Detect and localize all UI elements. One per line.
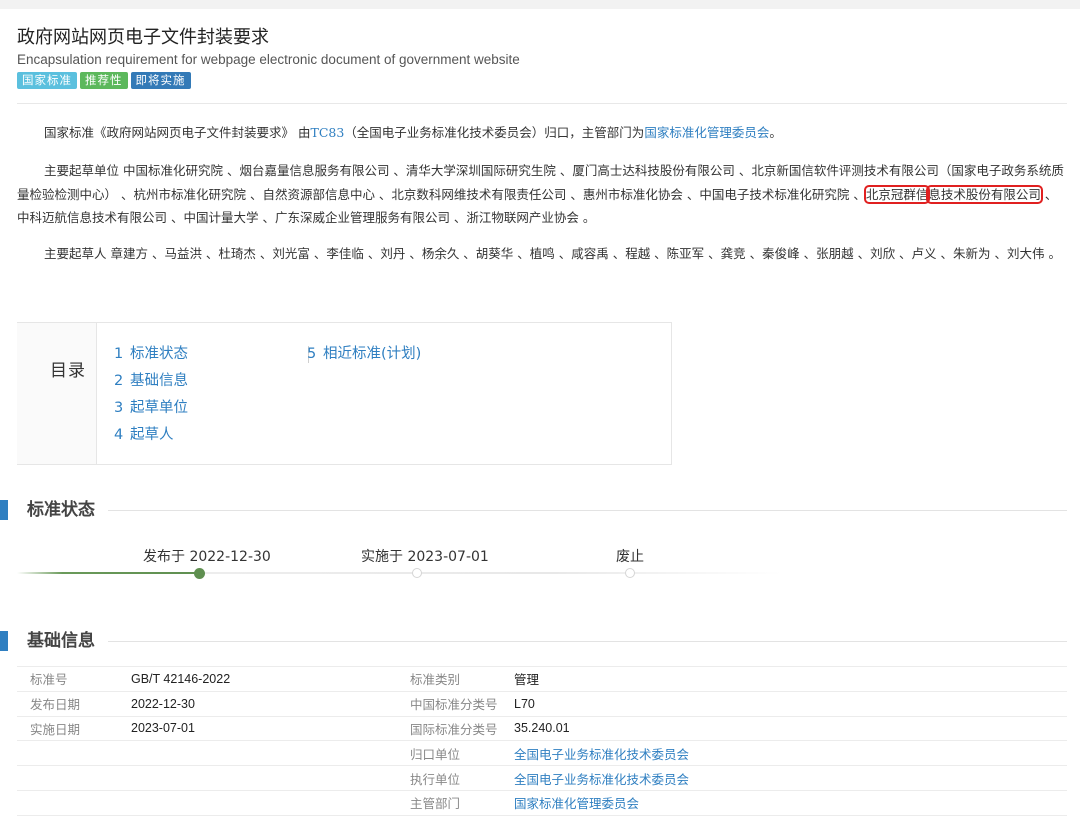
timeline-dot-effective <box>412 568 422 578</box>
badge-national-standard: 国家标准 <box>17 72 77 89</box>
table-row: 发布日期 2022-12-30 中国标准分类号 L70 <box>17 691 1067 717</box>
value-standard-category: 管理 <box>514 666 1067 692</box>
timeline-label-abolished: 废止 <box>616 549 644 565</box>
intro-paragraph-drafting-units: 主要起草单位 中国标准化研究院 、烟台嘉量信息服务有限公司 、清华大学深圳国际研… <box>17 163 1064 225</box>
toc-item-status[interactable]: 1 标准状态 <box>114 341 188 368</box>
table-of-contents: 目录 1 标准状态 2 基础信息 3 起草单位 4 起草人 5 相近标准(计划) <box>17 322 672 465</box>
section-title-status: 标准状态 <box>27 500 95 520</box>
executing-unit-link[interactable]: 全国电子业务标准化技术委员会 <box>514 765 1067 791</box>
toc-title: 目录 <box>50 361 86 381</box>
section-accent-bar <box>0 631 8 651</box>
toc-column-1: 1 标准状态 2 基础信息 3 起草单位 4 起草人 <box>114 341 188 449</box>
section-accent-bar <box>0 500 8 520</box>
label-executing-unit: 执行单位 <box>410 765 514 791</box>
header-divider <box>17 103 1067 104</box>
label-ccs-code: 中国标准分类号 <box>410 691 514 717</box>
timeline-progress <box>17 572 199 574</box>
value-effective-date: 2023-07-01 <box>131 716 410 742</box>
highlighted-unit-part-1: 北京冠群信 <box>863 184 931 204</box>
badge-group: 国家标准 推荐性 即将实施 <box>17 72 1067 89</box>
table-row: 归口单位 全国电子业务标准化技术委员会 <box>17 740 1067 767</box>
tc83-link[interactable]: TC83 <box>310 125 344 140</box>
timeline-label-effective: 实施于 2023-07-01 <box>361 549 489 565</box>
table-row: 主管部门 国家标准化管理委员会 <box>17 790 1067 816</box>
value-standard-number: GB/T 42146-2022 <box>131 666 410 692</box>
label-technical-committee: 归口单位 <box>410 740 514 767</box>
timeline-dot-published <box>194 568 205 579</box>
standard-header: 政府网站网页电子文件封装要求 Encapsulation requirement… <box>17 27 1067 89</box>
label-publish-date: 发布日期 <box>17 691 131 717</box>
section-header-basic-info: 基础信息 <box>0 631 1067 651</box>
value-ccs-code: L70 <box>514 691 1067 717</box>
toc-item-similar-standards[interactable]: 5 相近标准(计划) <box>307 341 421 368</box>
intro-paragraph-drafters: 主要起草人 章建方 、马益洪 、杜琦杰 、刘光富 、李佳临 、刘丹 、杨余久 、… <box>44 246 1061 261</box>
toc-item-drafters[interactable]: 4 起草人 <box>114 422 188 449</box>
timeline-dot-abolished <box>625 568 635 578</box>
table-row: 实施日期 2023-07-01 国际标准分类号 35.240.01 <box>17 716 1067 742</box>
label-standard-number: 标准号 <box>17 666 131 692</box>
technical-committee-link[interactable]: 全国电子业务标准化技术委员会 <box>514 740 1067 767</box>
label-ics-code: 国际标准分类号 <box>410 716 514 742</box>
toc-label-panel: 目录 <box>17 323 97 464</box>
value-ics-code: 35.240.01 <box>514 716 1067 742</box>
badge-upcoming: 即将实施 <box>130 72 191 89</box>
page-title: 政府网站网页电子文件封装要求 <box>17 27 269 48</box>
timeline-label-published: 发布于 2022-12-30 <box>143 549 271 565</box>
table-row: 标准号 GB/T 42146-2022 标准类别 管理 <box>17 666 1067 692</box>
competent-department-link[interactable]: 国家标准化管理委员会 <box>514 790 1067 816</box>
highlighted-unit-part-2: 息技术股份有限公司 <box>926 184 1043 204</box>
toc-item-drafting-units[interactable]: 3 起草单位 <box>114 395 188 422</box>
toc-item-basic-info[interactable]: 2 基础信息 <box>114 368 188 395</box>
badge-recommended: 推荐性 <box>80 72 128 89</box>
page-subtitle-english: Encapsulation requirement for webpage el… <box>17 52 520 67</box>
intro-paragraph-governance: 国家标准《政府网站网页电子文件封装要求》 由TC83（全国电子业务标准化技术委员… <box>44 125 782 140</box>
label-competent-department: 主管部门 <box>410 790 514 816</box>
department-link[interactable]: 国家标准化管理委员会 <box>644 125 769 140</box>
section-rule <box>108 641 1067 642</box>
value-publish-date: 2022-12-30 <box>131 691 410 717</box>
section-header-status: 标准状态 <box>0 500 1067 520</box>
section-title-basic-info: 基础信息 <box>27 631 95 651</box>
section-rule <box>108 510 1067 511</box>
label-standard-category: 标准类别 <box>410 666 514 692</box>
top-bar <box>0 0 1080 9</box>
status-timeline: 发布于 2022-12-30 实施于 2023-07-01 废止 <box>17 542 782 582</box>
toc-column-2: 5 相近标准(计划) <box>307 341 421 368</box>
basic-info-table: 标准号 GB/T 42146-2022 标准类别 管理 发布日期 2022-12… <box>17 666 1067 816</box>
label-effective-date: 实施日期 <box>17 716 131 742</box>
table-row: 执行单位 全国电子业务标准化技术委员会 <box>17 765 1067 791</box>
